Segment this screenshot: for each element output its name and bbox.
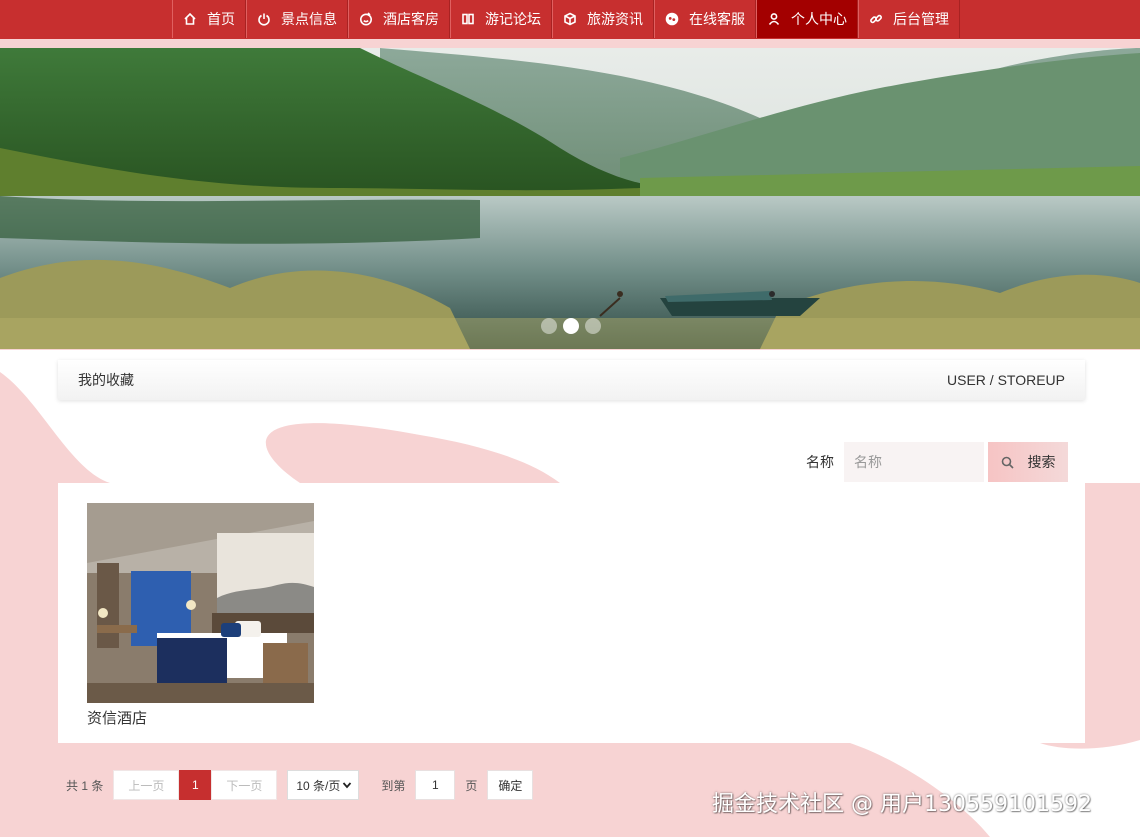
- breadcrumb: 我的收藏 USER / STOREUP: [58, 360, 1085, 400]
- search-icon: [1001, 456, 1014, 469]
- user-icon: [767, 12, 781, 26]
- goto-page-input[interactable]: 1: [415, 770, 456, 800]
- breadcrumb-path: USER / STOREUP: [947, 372, 1065, 388]
- nav-item-hotel-rooms[interactable]: 酒店客房: [348, 0, 450, 38]
- search-label: 名称: [806, 454, 834, 470]
- carousel-dots: [541, 318, 601, 334]
- nav-item-home[interactable]: 首页: [172, 0, 246, 38]
- power-icon: [257, 12, 271, 26]
- nav-item-label: 旅游资讯: [587, 11, 643, 27]
- home-icon: [183, 12, 197, 26]
- page-size-select[interactable]: 10 条/页: [287, 770, 360, 800]
- total-count: 共 1 条: [66, 778, 104, 793]
- nav-item-label: 首页: [207, 11, 235, 27]
- page-title: 我的收藏: [78, 372, 134, 388]
- hotel-room-image[interactable]: [87, 503, 314, 703]
- nav-item-travel-news[interactable]: 旅游资讯: [552, 0, 654, 38]
- carousel-dot-3[interactable]: [585, 318, 601, 334]
- nav-menu: 首页 景点信息 酒店客房 游记论坛 旅游资讯 在线客服 个人中心 后台管理: [172, 0, 960, 38]
- watermark: 掘金技术社区 @ 用户130559101592: [712, 792, 1092, 817]
- page-size-value: 10 条/页: [296, 778, 341, 793]
- cube-icon: [563, 12, 577, 26]
- banner-carousel[interactable]: [0, 48, 1140, 349]
- carousel-dot-2[interactable]: [563, 318, 579, 334]
- banner-landscape-image: [0, 48, 1140, 349]
- prev-page-button[interactable]: 上一页: [113, 770, 180, 800]
- nav-item-label: 游记论坛: [485, 11, 541, 27]
- smile-icon: [359, 12, 373, 26]
- goto-confirm-button[interactable]: 确定: [487, 770, 534, 800]
- favorites-list: 资信酒店: [58, 483, 1085, 743]
- chevron-down-icon: [343, 782, 352, 789]
- link-icon: [869, 12, 883, 26]
- search-form: 名称 搜索: [806, 442, 1068, 482]
- search-input[interactable]: [844, 442, 984, 482]
- search-button[interactable]: 搜索: [988, 442, 1068, 482]
- nav-item-attractions[interactable]: 景点信息: [246, 0, 348, 38]
- chat-icon: [665, 12, 679, 26]
- nav-item-label: 在线客服: [689, 11, 745, 27]
- nav-item-online-service[interactable]: 在线客服: [654, 0, 756, 38]
- carousel-dot-1[interactable]: [541, 318, 557, 334]
- search-button-label: 搜索: [1027, 454, 1056, 470]
- pagination: 共 1 条 上一页 1 下一页 10 条/页 到第 1 页 确定: [66, 770, 534, 800]
- list-item[interactable]: 资信酒店: [87, 503, 314, 728]
- nav-item-user-center[interactable]: 个人中心: [756, 0, 858, 38]
- goto-label: 到第: [381, 778, 406, 793]
- nav-item-label: 个人中心: [791, 11, 847, 27]
- nav-item-label: 后台管理: [893, 11, 949, 27]
- current-page-button[interactable]: 1: [179, 770, 212, 800]
- columns-icon: [461, 12, 475, 26]
- nav-item-forum[interactable]: 游记论坛: [450, 0, 552, 38]
- page-unit-label: 页: [465, 778, 478, 793]
- next-page-button[interactable]: 下一页: [211, 770, 278, 800]
- top-navigation: 首页 景点信息 酒店客房 游记论坛 旅游资讯 在线客服 个人中心 后台管理: [0, 0, 1140, 39]
- nav-item-admin[interactable]: 后台管理: [858, 0, 960, 38]
- nav-item-label: 景点信息: [281, 11, 337, 27]
- nav-item-label: 酒店客房: [383, 11, 439, 27]
- item-title[interactable]: 资信酒店: [87, 707, 314, 728]
